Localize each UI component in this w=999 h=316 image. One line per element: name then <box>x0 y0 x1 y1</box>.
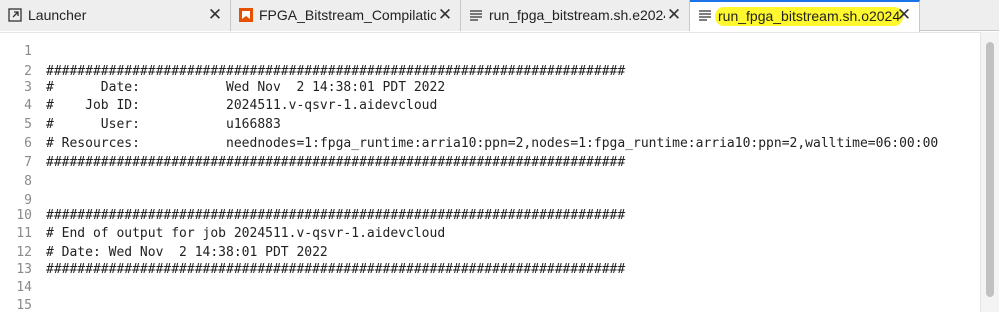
line-number: 15 <box>16 298 32 313</box>
close-icon[interactable]: ✕ <box>206 6 224 24</box>
launcher-icon <box>8 8 22 22</box>
line-number: 10 <box>16 208 32 223</box>
notebook-icon <box>239 8 253 22</box>
editor-line: 8 <box>0 172 980 192</box>
editor-line: 1 <box>0 42 980 62</box>
editor-top-border <box>0 32 999 33</box>
tab-label: FPGA_Bitstream_Compilatior <box>259 7 443 23</box>
editor-line: 10 ######################################… <box>0 206 980 226</box>
line-number: 5 <box>24 117 32 132</box>
text-file-icon <box>469 8 483 22</box>
line-text: # Job ID: 2024511.v-qsvr-1.aidevcloud <box>46 98 438 113</box>
editor-line: 6 # Resources: neednodes=1:fpga_runtime:a… <box>0 134 980 154</box>
line-text: ########################################… <box>46 155 626 170</box>
line-text: # Resources: neednodes=1:fpga_runtime:ar… <box>46 136 939 151</box>
tab-run-fpga-o2024[interactable]: run_fpga_bitstream.sh.o2024 ✕ <box>690 0 920 32</box>
close-icon[interactable]: ✕ <box>436 6 454 24</box>
line-text: # End of output for job 2024511.v-qsvr-1… <box>46 226 446 241</box>
tab-label: run_fpga_bitstream.sh.o2024 <box>715 7 904 26</box>
tab-bar: Launcher ✕ FPGA_Bitstream_Compilatior ✕ … <box>0 0 999 32</box>
close-icon[interactable]: ✕ <box>665 6 683 24</box>
vertical-scrollbar[interactable] <box>980 32 999 312</box>
line-text: ########################################… <box>46 208 626 223</box>
text-file-icon <box>698 8 712 22</box>
scrollbar-thumb[interactable] <box>986 42 994 297</box>
editor-line: 3 # Date: Wed Nov 2 14:38:01 PDT 2022 <box>0 78 980 98</box>
tab-label: Launcher <box>28 7 87 23</box>
line-number: 13 <box>16 262 32 277</box>
editor-line: 11 # End of output for job 2024511.v-qsvr… <box>0 224 980 244</box>
editor-line: 7 #######################################… <box>0 153 980 173</box>
line-number: 11 <box>16 226 32 241</box>
tab-run-fpga-e2024[interactable]: run_fpga_bitstream.sh.e2024 ✕ <box>461 0 690 31</box>
line-number: 8 <box>24 174 32 189</box>
editor-line: 13 ######################################… <box>0 260 980 280</box>
editor-line: 5 # User: u166883 <box>0 115 980 135</box>
line-number: 6 <box>24 136 32 151</box>
tab-launcher[interactable]: Launcher ✕ <box>0 0 231 31</box>
editor-line: 4 # Job ID: 2024511.v-qsvr-1.aidevcloud <box>0 96 980 116</box>
editor-line: 15 <box>0 296 980 316</box>
tab-label: run_fpga_bitstream.sh.e2024 <box>489 7 672 23</box>
line-number: 7 <box>24 155 32 170</box>
line-number: 14 <box>16 280 32 295</box>
line-number: 4 <box>24 98 32 113</box>
line-number: 3 <box>24 80 32 95</box>
close-icon[interactable]: ✕ <box>895 6 913 24</box>
line-text: # Date: Wed Nov 2 14:38:01 PDT 2022 <box>46 80 446 95</box>
editor-line: 14 <box>0 278 980 298</box>
line-text: # User: u166883 <box>46 117 281 132</box>
line-text: ########################################… <box>46 262 626 277</box>
tab-fpga-notebook[interactable]: FPGA_Bitstream_Compilatior ✕ <box>231 0 461 31</box>
line-number: 1 <box>24 44 32 59</box>
